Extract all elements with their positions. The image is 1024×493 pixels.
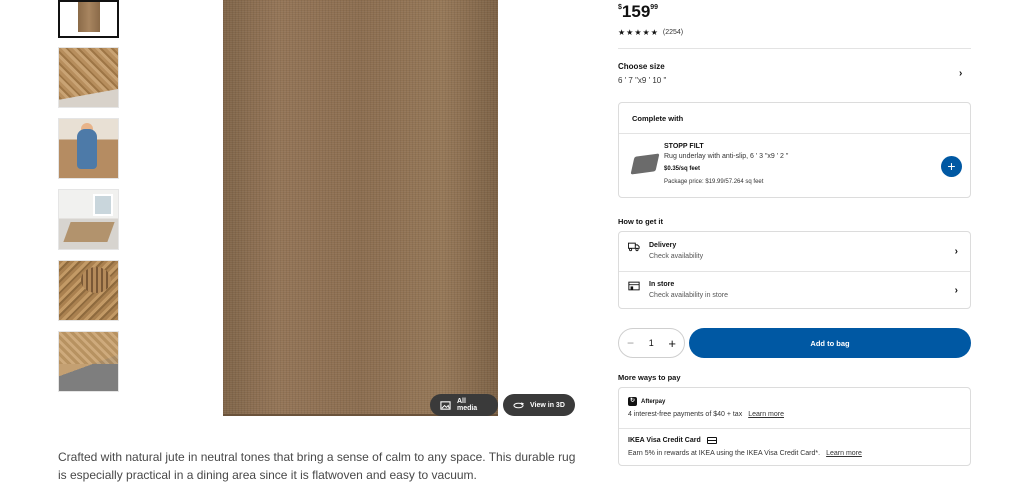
credit-card-icon	[706, 437, 717, 444]
divider	[619, 428, 970, 429]
room-rug	[63, 222, 115, 242]
in-store-sub: Check availability in store	[649, 292, 728, 299]
quantity-value[interactable]: 1	[649, 338, 654, 348]
afterpay-logo-text: Afterpay	[641, 398, 666, 405]
package-price: Package price: $19.99/57.264 sq feet	[664, 179, 764, 185]
visa-text: Earn 5% in rewards at IKEA using the IKE…	[628, 450, 821, 457]
size-value: 6 ' 7 "x9 ' 10 "	[618, 76, 667, 85]
divider	[619, 133, 970, 134]
visa-title: IKEA Visa Credit Card	[628, 437, 717, 444]
how-to-get-box: Delivery Check availability › In store C…	[618, 231, 971, 309]
chevron-right-icon: ›	[954, 246, 958, 257]
view-in-3d-label: View in 3D	[530, 401, 565, 409]
add-to-bag-button[interactable]: Add to bag	[689, 328, 971, 358]
unit-price: $0.35/sq feet	[664, 166, 701, 172]
stars-icon: ★★★★★	[618, 28, 659, 37]
rotate-3d-icon	[513, 401, 524, 408]
more-ways-to-pay-title: More ways to pay	[618, 373, 681, 382]
chevron-right-icon: ›	[954, 285, 958, 296]
gallery-icon	[440, 400, 451, 410]
add-to-bag-label: Add to bag	[810, 338, 850, 348]
delivery-label: Delivery	[649, 242, 677, 249]
thumbnail-basket[interactable]	[58, 260, 119, 321]
window	[93, 194, 113, 216]
thumbnail-rug-corner[interactable]	[58, 331, 119, 392]
visa-title-text: IKEA Visa Credit Card	[628, 437, 701, 444]
add-underlay-button[interactable]: +	[941, 156, 962, 177]
main-product-image[interactable]	[223, 0, 498, 416]
minus-button[interactable]: −	[627, 336, 634, 350]
thumbnail-child-on-rug[interactable]	[58, 118, 119, 179]
rug-underlay-image[interactable]	[630, 153, 660, 175]
in-store-row[interactable]: In store Check availability in store ›	[619, 271, 970, 309]
visa-learn-more-link[interactable]: Learn more	[826, 450, 862, 457]
review-count: (2254)	[662, 29, 684, 36]
rating[interactable]: ★★★★★ (2254)	[618, 28, 683, 37]
price-currency: $	[618, 4, 622, 11]
product-desc: Rug underlay with anti-slip, 6 ' 3 "x9 '…	[664, 153, 789, 160]
child-body	[77, 129, 97, 169]
store-icon	[628, 281, 640, 291]
price: $15999	[618, 2, 658, 22]
truck-icon	[628, 242, 640, 252]
quantity-stepper[interactable]: − 1 +	[618, 328, 685, 358]
in-store-label: In store	[649, 281, 675, 288]
thumbnail-rug[interactable]	[58, 0, 119, 38]
visa-line: Earn 5% in rewards at IKEA using the IKE…	[628, 450, 862, 457]
delivery-row[interactable]: Delivery Check availability ›	[619, 232, 970, 270]
rug-image	[78, 2, 100, 32]
thumbnail-rug-closeup[interactable]	[58, 47, 119, 108]
thumbnail-room[interactable]	[58, 189, 119, 250]
divider	[618, 48, 971, 49]
plus-icon: +	[947, 158, 956, 174]
delivery-sub: Check availability	[649, 253, 704, 260]
price-cents: 99	[650, 4, 659, 11]
complete-with-title: Complete with	[632, 114, 684, 123]
chevron-right-icon[interactable]: ›	[959, 68, 962, 79]
thumbnail-list	[58, 0, 119, 402]
product-name[interactable]: STOPP FILT	[664, 143, 704, 150]
how-to-get-title: How to get it	[618, 217, 663, 226]
afterpay-learn-more-link[interactable]: Learn more	[748, 411, 784, 418]
price-whole: 159	[621, 2, 651, 21]
payment-options-box: ↻ Afterpay 4 interest-free payments of $…	[618, 387, 971, 466]
choose-size-label: Choose size	[618, 62, 665, 71]
afterpay-logo: ↻ Afterpay	[628, 397, 665, 406]
all-media-label: All media	[456, 398, 478, 412]
all-media-button[interactable]: All media	[430, 394, 498, 416]
complete-with-box: Complete with STOPP FILT Rug underlay wi…	[618, 102, 971, 198]
afterpay-icon: ↻	[628, 397, 637, 406]
afterpay-line: 4 interest-free payments of $40 + tax Lea…	[628, 411, 784, 418]
basket	[81, 267, 111, 293]
product-description: Crafted with natural jute in neutral ton…	[58, 450, 576, 482]
view-in-3d-button[interactable]: View in 3D	[503, 394, 575, 416]
plus-button[interactable]: +	[668, 336, 676, 351]
afterpay-text: 4 interest-free payments of $40 + tax	[628, 411, 743, 418]
